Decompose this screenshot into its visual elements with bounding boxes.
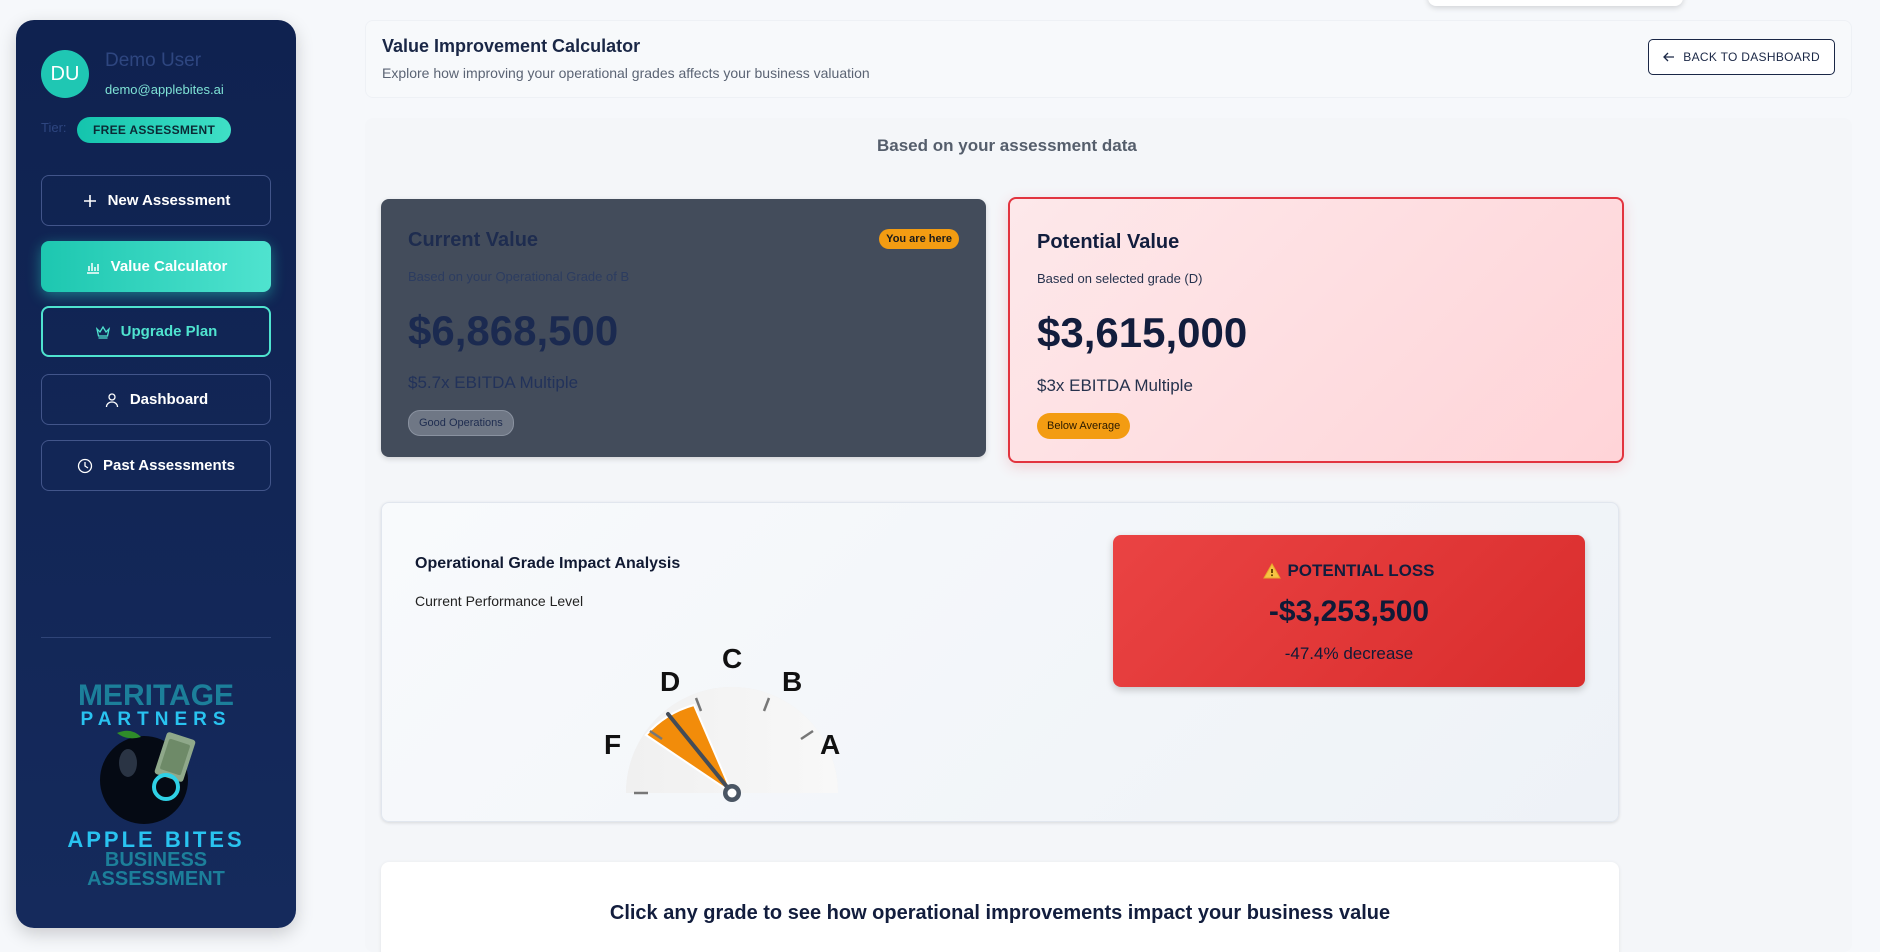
- page-header: Value Improvement Calculator Explore how…: [365, 20, 1852, 98]
- logo-line-5: ASSESSMENT: [87, 868, 225, 890]
- current-value-title: Current Value: [408, 229, 539, 251]
- gauge-label-a[interactable]: A: [820, 729, 840, 760]
- potential-value-card[interactable]: Potential Value Based on selected grade …: [1008, 197, 1624, 463]
- potential-loss-title: POTENTIAL LOSS: [1113, 561, 1585, 581]
- below-average-badge: Below Average: [1037, 413, 1131, 439]
- current-value-subtitle: Based on your Operational Grade of B: [408, 269, 630, 284]
- user-icon: [105, 392, 118, 407]
- crown-icon: [95, 325, 110, 339]
- gauge-label-d[interactable]: D: [660, 666, 680, 697]
- potential-value-title: Potential Value: [1037, 231, 1180, 253]
- sidebar: DU Demo User demo@applebites.ai Tier: FR…: [16, 20, 296, 928]
- avatar[interactable]: DU: [41, 50, 89, 98]
- dropdown-popup-edge: [1428, 0, 1683, 6]
- tier-badge: FREE ASSESSMENT: [77, 117, 232, 143]
- current-value-card[interactable]: Current Value You are here Based on your…: [381, 199, 986, 457]
- user-email: demo@applebites.ai: [105, 82, 224, 97]
- current-value-amount: $6,868,500: [408, 307, 619, 354]
- current-value-multiple: $5.7x EBITDA Multiple: [408, 373, 579, 392]
- page-title: Value Improvement Calculator: [382, 36, 641, 56]
- past-assessments-button[interactable]: Past Assessments: [41, 440, 271, 491]
- based-on-text: Based on your assessment data: [877, 136, 1137, 155]
- arrow-left-icon: [1663, 52, 1675, 62]
- past-assessments-label: Past Assessments: [102, 457, 236, 474]
- new-assessment-button[interactable]: New Assessment: [41, 175, 271, 226]
- potential-loss-amount: -$3,253,500: [1268, 595, 1430, 628]
- gauge-label-b[interactable]: B: [782, 666, 802, 697]
- bar-chart-icon: [86, 262, 99, 274]
- logo-line-2: PARTNERS: [80, 709, 231, 730]
- you-are-here-badge: You are here: [879, 229, 959, 249]
- analysis-subtitle: Current Performance Level: [415, 593, 584, 609]
- page-subtitle: Explore how improving your operational g…: [382, 65, 870, 81]
- potential-loss-card: POTENTIAL LOSS -$3,253,500 -47.4% decrea…: [1113, 535, 1585, 687]
- analysis-title: Operational Grade Impact Analysis: [415, 555, 681, 572]
- grade-gauge[interactable]: F D C B A: [602, 643, 882, 808]
- potential-loss-label: POTENTIAL LOSS: [1287, 561, 1435, 580]
- user-name: Demo User: [105, 50, 202, 71]
- potential-loss-percent: -47.4% decrease: [1284, 644, 1414, 663]
- clock-icon: [77, 458, 93, 473]
- upgrade-plan-button[interactable]: Upgrade Plan: [41, 306, 271, 357]
- apple-bites-logo: MERITAGE PARTNERS APPLE BITES BUSINESS A…: [67, 679, 241, 890]
- new-assessment-label: New Assessment: [107, 192, 231, 209]
- grade-selector-card: Click any grade to see how operational i…: [381, 862, 1619, 952]
- dashboard-button[interactable]: Dashboard: [41, 374, 271, 425]
- grade-selector-prompt: Click any grade to see how operational i…: [609, 902, 1391, 924]
- dashboard-label: Dashboard: [129, 391, 209, 408]
- plus-icon: [83, 194, 96, 207]
- back-to-dashboard-label: BACK TO DASHBOARD: [1683, 50, 1820, 64]
- sidebar-divider: [41, 637, 271, 638]
- potential-value-amount: $3,615,000: [1037, 309, 1248, 356]
- good-operations-badge: Good Operations: [408, 410, 514, 436]
- gauge-label-f[interactable]: F: [604, 729, 621, 760]
- potential-value-subtitle: Based on selected grade (D): [1037, 271, 1203, 286]
- warning-icon: [1263, 563, 1282, 579]
- upgrade-plan-label: Upgrade Plan: [120, 323, 218, 340]
- value-calculator-button[interactable]: Value Calculator: [41, 241, 271, 292]
- value-calculator-label: Value Calculator: [110, 258, 228, 275]
- back-to-dashboard-button[interactable]: BACK TO DASHBOARD: [1648, 39, 1835, 75]
- logo-line-1: MERITAGE: [78, 679, 234, 712]
- gauge-label-c[interactable]: C: [722, 643, 742, 674]
- potential-value-multiple: $3x EBITDA Multiple: [1037, 376, 1193, 395]
- tier-label: Tier:: [41, 120, 67, 135]
